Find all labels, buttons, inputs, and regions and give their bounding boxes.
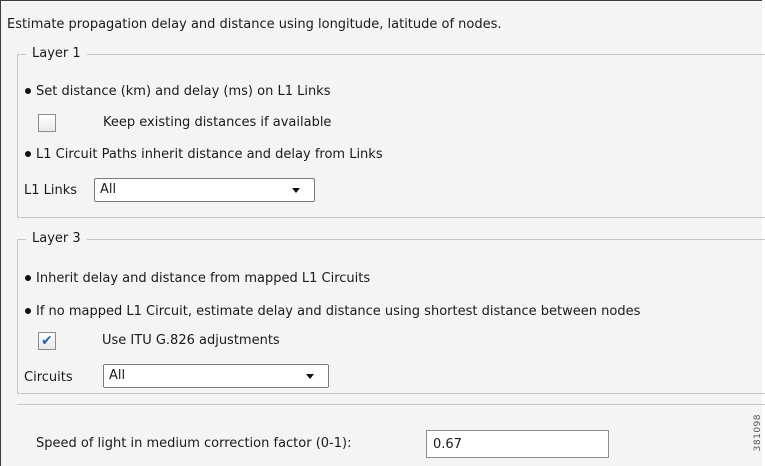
section-divider — [17, 404, 765, 405]
bullet-icon — [25, 150, 31, 157]
chevron-down-icon — [292, 188, 300, 193]
bullet-icon — [25, 87, 31, 94]
layer1-group: Layer 1 Set distance (km) and delay (ms)… — [17, 46, 765, 218]
figure-id: 381098 — [753, 414, 763, 452]
layer1-bullet-circuit-paths: L1 Circuit Paths inherit distance and de… — [25, 147, 383, 162]
bullet-icon — [25, 274, 31, 281]
speed-factor-label: Speed of light in medium correction fact… — [36, 436, 352, 451]
itu-adjustments-checkbox[interactable]: ✔ — [38, 332, 56, 350]
circuits-select[interactable]: All — [103, 364, 329, 388]
layer1-bullet-set-distance: Set distance (km) and delay (ms) on L1 L… — [25, 84, 331, 99]
layer3-title: Layer 3 — [26, 231, 87, 246]
bullet-text: Inherit delay and distance from mapped L… — [36, 271, 371, 286]
speed-factor-input[interactable]: 0.67 — [426, 430, 609, 458]
checkmark-icon: ✔ — [41, 333, 53, 349]
l1-links-select[interactable]: All — [94, 178, 315, 202]
chevron-down-icon — [306, 374, 314, 379]
bullet-text: If no mapped L1 Circuit, estimate delay … — [36, 304, 641, 319]
bullet-text: Set distance (km) and delay (ms) on L1 L… — [36, 84, 331, 99]
itu-adjustments-label: Use ITU G.826 adjustments — [102, 333, 280, 348]
panel-description: Estimate propagation delay and distance … — [7, 17, 502, 32]
keep-existing-checkbox[interactable] — [38, 114, 56, 132]
bullet-text: L1 Circuit Paths inherit distance and de… — [36, 147, 383, 162]
circuits-value: All — [109, 368, 126, 383]
l1-links-value: All — [100, 182, 117, 197]
circuits-label: Circuits — [24, 370, 73, 385]
l1-links-label: L1 Links — [24, 183, 78, 198]
bullet-icon — [25, 307, 31, 314]
keep-existing-label: Keep existing distances if available — [103, 115, 332, 130]
layer3-group: Layer 3 Inherit delay and distance from … — [17, 231, 765, 394]
layer1-title: Layer 1 — [26, 46, 87, 61]
layer3-bullet-inherit: Inherit delay and distance from mapped L… — [25, 271, 370, 286]
layer3-bullet-no-mapped: If no mapped L1 Circuit, estimate delay … — [25, 304, 640, 319]
speed-factor-value: 0.67 — [433, 437, 462, 452]
estimate-delay-panel: Estimate propagation delay and distance … — [0, 0, 765, 466]
